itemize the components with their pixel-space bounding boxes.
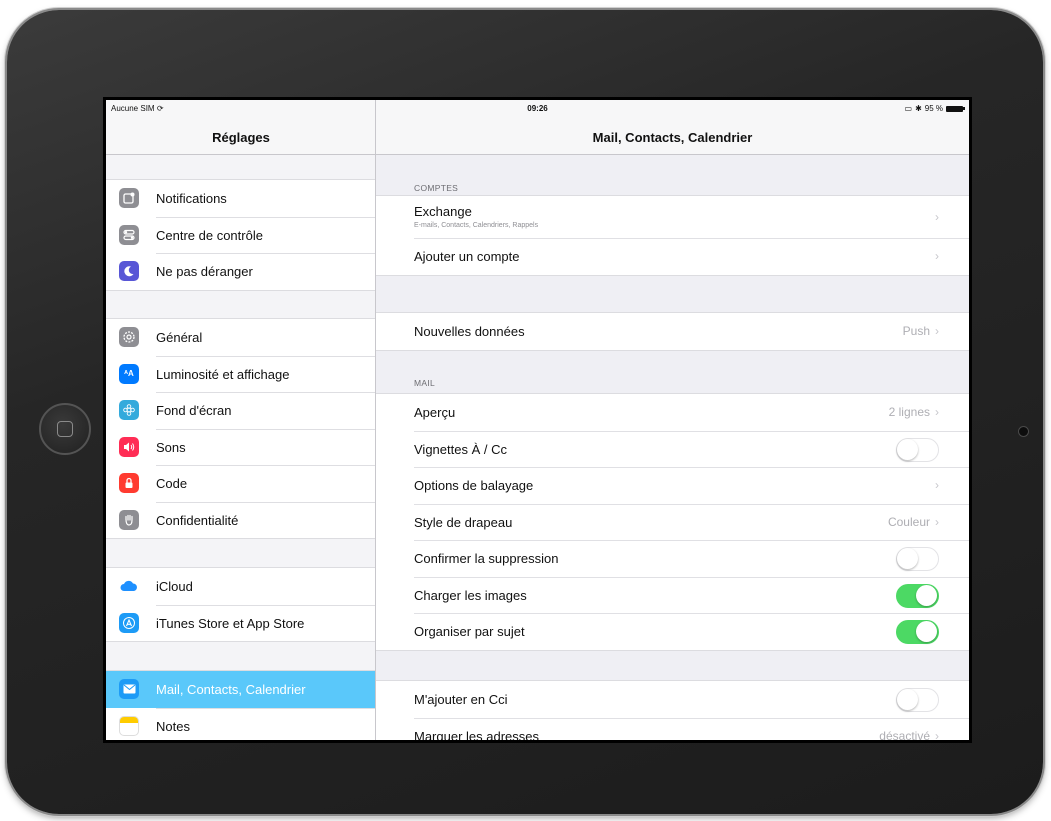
sidebar-item-icloud[interactable]: iCloud [106, 568, 375, 605]
app-store-icon [119, 612, 139, 633]
sidebar-item-do-not-disturb[interactable]: Ne pas déranger [106, 253, 375, 290]
sidebar-group-apps: Mail, Contacts, Calendrier Notes [106, 670, 375, 741]
fetch-group: Nouvelles données Push › [376, 312, 969, 351]
sidebar-item-general[interactable]: Général [106, 319, 375, 356]
add-account-row[interactable]: Ajouter un compte › [376, 238, 969, 275]
sidebar-item-brightness[interactable]: ᴬA Luminosité et affichage [106, 355, 375, 393]
sidebar-item-privacy[interactable]: Confidentialité [106, 501, 375, 539]
battery-icon [946, 105, 965, 112]
section-header-accounts: COMPTES [414, 183, 459, 193]
settings-sidebar: Réglages Notifications Centre de contrôl… [106, 100, 376, 740]
chevron-right-icon: › [935, 728, 939, 741]
flag-style-row[interactable]: Style de drapeau Couleur › [376, 503, 969, 541]
chevron-right-icon: › [935, 210, 939, 224]
toggle-knob [897, 689, 918, 710]
sidebar-title: Réglages [212, 130, 270, 145]
home-button[interactable] [39, 403, 91, 455]
to-cc-labels-toggle[interactable] [896, 437, 939, 462]
sidebar-item-app-store[interactable]: iTunes Store et App Store [106, 604, 375, 642]
screen: Aucune SIM ⟳ 09:26 ▭ ✱ 95 % Réglages Not… [103, 97, 972, 743]
mark-addresses-row[interactable]: Marquer les adresses désactivé › [376, 717, 969, 741]
wallpaper-icon [119, 400, 139, 421]
preview-row[interactable]: Aperçu 2 lignes › [376, 394, 969, 431]
sidebar-group-stores: iCloud iTunes Store et App Store [106, 567, 375, 642]
sidebar-item-passcode[interactable]: Code [106, 465, 375, 502]
confirm-delete-row: Confirmer la suppression [376, 540, 969, 577]
lock-icon [119, 473, 139, 494]
sidebar-item-control-center[interactable]: Centre de contrôle [106, 216, 375, 254]
battery-percent: 95 % [924, 104, 943, 113]
moon-icon [119, 261, 139, 282]
control-center-icon [119, 224, 139, 245]
airplay-icon: ▭ [904, 104, 913, 113]
accounts-group: Exchange E-mails, Contacts, Calendriers,… [376, 195, 969, 276]
sidebar-item-notifications[interactable]: Notifications [106, 180, 375, 217]
toggle-knob [897, 438, 918, 460]
bluetooth-icon: ✱ [915, 104, 922, 113]
sidebar-item-mail-contacts-calendar[interactable]: Mail, Contacts, Calendrier [106, 671, 375, 708]
swipe-options-row[interactable]: Options de balayage › [376, 467, 969, 504]
to-cc-labels-row: Vignettes À / Cc [376, 430, 969, 468]
gear-icon [119, 327, 139, 348]
confirm-delete-toggle[interactable] [896, 547, 939, 571]
mail-icon [119, 679, 139, 700]
chevron-right-icon: › [935, 249, 939, 263]
sidebar-group-general: Général ᴬA Luminosité et affichage Fond … [106, 318, 375, 539]
sidebar-item-sounds[interactable]: Sons [106, 428, 375, 466]
home-square-icon [57, 421, 73, 437]
chevron-right-icon: › [935, 324, 939, 338]
speaker-icon [119, 436, 139, 457]
chevron-right-icon: › [935, 514, 939, 529]
mail-settings-pane: Mail, Contacts, Calendrier COMPTES Excha… [376, 100, 969, 740]
mark-addresses-value: désactivé [879, 728, 930, 741]
status-bar: Aucune SIM ⟳ 09:26 ▭ ✱ 95 % [106, 100, 969, 116]
cloud-icon [119, 576, 139, 596]
load-images-row: Charger les images [376, 576, 969, 614]
hand-icon [119, 509, 139, 530]
page-title: Mail, Contacts, Calendrier [592, 130, 753, 145]
preview-value: 2 lignes [888, 405, 930, 419]
bcc-group: M'ajouter en Cci Marquer les adresses dé… [376, 680, 969, 740]
camera-lens [1018, 426, 1029, 437]
chevron-right-icon: › [935, 478, 939, 492]
fetch-new-data-row[interactable]: Nouvelles données Push › [376, 313, 969, 350]
sidebar-item-wallpaper[interactable]: Fond d'écran [106, 392, 375, 429]
toggle-knob [897, 548, 918, 569]
status-time: 09:26 [527, 104, 548, 113]
sidebar-item-notes[interactable]: Notes [106, 707, 375, 741]
fetch-value: Push [902, 324, 930, 338]
chevron-right-icon: › [935, 405, 939, 419]
always-bcc-myself-toggle[interactable] [896, 688, 939, 712]
organize-by-thread-toggle[interactable] [896, 620, 939, 644]
brightness-icon: ᴬA [119, 363, 139, 384]
toggle-knob [916, 584, 937, 606]
flag-style-value: Couleur [887, 514, 930, 529]
account-exchange-row[interactable]: Exchange E-mails, Contacts, Calendriers,… [376, 196, 969, 238]
status-indicators: ▭ ✱ 95 % [904, 104, 965, 113]
sidebar-group-system: Notifications Centre de contrôle Ne pas … [106, 179, 375, 291]
screen-content: Aucune SIM ⟳ 09:26 ▭ ✱ 95 % Réglages Not… [106, 100, 969, 740]
load-images-toggle[interactable] [896, 583, 939, 608]
organize-by-thread-row: Organiser par sujet [376, 613, 969, 650]
notifications-icon [119, 188, 139, 209]
mail-group: Aperçu 2 lignes › Vignettes À / Cc Optio… [376, 393, 969, 651]
toggle-knob [916, 621, 937, 642]
section-header-mail: MAIL [414, 378, 436, 388]
always-bcc-myself-row: M'ajouter en Cci [376, 681, 969, 718]
notes-icon [119, 715, 139, 736]
